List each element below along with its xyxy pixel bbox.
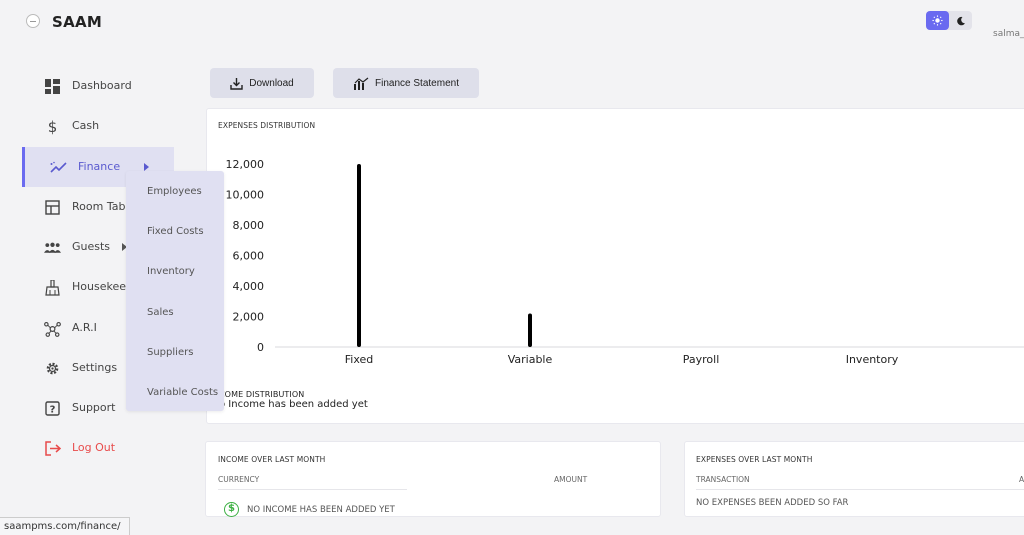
divider [218,489,407,490]
expenses-month-title: EXPENSES OVER LAST MONTH [696,455,813,464]
top-header: SAAM salma_ [0,0,1024,50]
bar-fixed[interactable] [357,164,361,347]
network-icon [44,320,61,337]
user-name[interactable]: salma_ [993,29,1024,39]
y-tick-label: 0 [257,341,264,354]
amount-column-header: A [1019,475,1024,484]
x-tick-label: Variable [508,353,553,366]
y-tick-label: 6,000 [233,250,265,263]
sidebar-item-label: Support [72,401,116,414]
expenses-empty-text: NO EXPENSES BEEN ADDED SO FAR [696,498,849,508]
y-tick-label: 10,000 [226,189,265,202]
table-icon [44,199,61,216]
y-tick-label: 4,000 [233,280,265,293]
bar-variable[interactable] [528,313,532,347]
sidebar-item-label: A.R.I [72,321,97,334]
dollar-icon: $ [47,117,58,136]
logout-icon [44,440,61,457]
income-empty-text: NO INCOME HAS BEEN ADDED YET [247,505,395,515]
finance-statement-label: Finance Statement [375,77,459,89]
submenu-item-fixed-costs[interactable]: Fixed Costs [147,226,204,237]
y-tick-label: 12,000 [226,158,265,171]
sidebar-item-label: Settings [72,361,118,374]
gear-icon [44,360,61,377]
sun-icon [932,15,943,26]
users-icon [44,239,61,256]
divider [696,489,1024,490]
x-tick-label: Fixed [345,353,374,366]
chart-growth-icon [354,77,369,90]
sidebar-item-label: Finance [78,160,121,173]
expenses-bar-chart: 12,000 10,000 8,000 6,000 4,000 2,000 0 Fixed Va… [226,158,1024,366]
income-empty-message: o Income has been added yet [219,399,368,410]
income-month-title: INCOME OVER LAST MONTH [218,455,326,464]
sidebar-item-logout[interactable]: Log Out [22,428,174,468]
broom-icon [44,279,61,296]
theme-toggle[interactable] [926,11,972,30]
logo-icon [26,14,40,28]
income-distribution-title: COME DISTRIBUTION [219,390,305,399]
x-tick-label: Payroll [683,353,720,366]
dark-mode-button[interactable] [949,11,972,30]
currency-column-header: CURRENCY [218,475,260,484]
submenu-item-sales[interactable]: Sales [147,307,174,318]
dashboard-icon [44,78,61,95]
browser-status-url: saampms.com/finance/ [0,517,130,535]
trend-icon [50,159,67,176]
submenu-item-suppliers[interactable]: Suppliers [147,347,193,358]
transaction-column-header: TRANSACTION [696,475,750,484]
download-icon [230,77,243,90]
light-mode-button[interactable] [926,11,949,30]
moon-icon [956,16,965,25]
sidebar-item-label: Guests [72,240,111,253]
download-label: Download [249,77,294,89]
app-brand: SAAM [52,13,103,31]
finance-submenu: Employees Fixed Costs Inventory Sales Su… [126,171,224,411]
sidebar-item-cash[interactable]: $ Cash [22,106,174,146]
income-last-month-card: INCOME OVER LAST MONTH CURRENCY AMOUNT $… [205,441,661,517]
caret-right-icon [144,163,149,171]
svg-text:?: ? [50,405,56,416]
expenses-last-month-card: EXPENSES OVER LAST MONTH TRANSACTION A N… [684,441,1024,517]
y-tick-label: 8,000 [233,219,265,232]
sidebar-item-dashboard[interactable]: Dashboard [22,66,174,106]
submenu-item-employees[interactable]: Employees [147,186,202,197]
sidebar-item-label: Log Out [72,441,116,454]
finance-statement-button[interactable]: Finance Statement [333,68,479,98]
dollar-circle-icon: $ [224,502,239,517]
question-icon: ? [44,400,61,417]
submenu-item-inventory[interactable]: Inventory [147,266,195,277]
sidebar-item-label: Dashboard [72,79,132,92]
submenu-item-variable-costs[interactable]: Variable Costs [147,387,218,398]
download-button[interactable]: Download [210,68,314,98]
amount-column-header: AMOUNT [554,475,588,484]
expenses-distribution-card: EXPENSES DISTRIBUTION 12,000 10,000 8,000 6… [206,108,1024,424]
sidebar-item-label: Cash [72,119,100,132]
x-tick-label: Inventory [846,353,899,366]
y-tick-label: 2,000 [233,311,265,324]
